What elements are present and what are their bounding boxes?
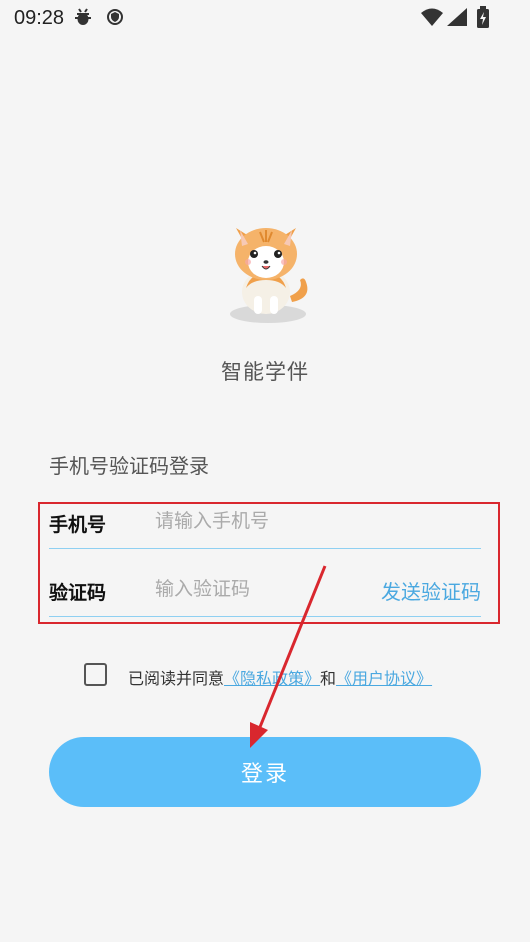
user-agreement-link[interactable]: 《用户协议》 [336,669,432,688]
agree-prefix: 已阅读并同意 [128,669,225,688]
battery-icon [477,6,489,28]
agree-checkbox[interactable] [84,663,107,686]
agree-and: 和 [320,669,337,688]
signal-icon [447,8,467,26]
phone-label: 手机号 [49,514,107,536]
code-input[interactable] [155,574,355,604]
login-title: 手机号验证码登录 [49,454,209,478]
privacy-policy-link[interactable]: 《隐私政策》 [224,669,320,688]
shield-icon [107,9,123,25]
bug-icon [75,8,91,25]
agreement-text: 已阅读并同意《隐私政策》和《用户协议》 [128,665,432,689]
status-time: 09:28 [14,7,65,29]
cat-mascot [230,228,308,323]
wifi-icon [421,8,443,26]
login-button[interactable]: 登录 [49,737,481,807]
status-bar: 09:28 [0,0,530,36]
send-code-button[interactable]: 发送验证码 [381,576,481,605]
app-name: 智能学伴 [221,360,309,384]
phone-row: 手机号 [49,500,481,549]
code-label: 验证码 [49,582,107,604]
code-row: 验证码 发送验证码 [49,568,481,617]
phone-input[interactable] [155,506,355,536]
